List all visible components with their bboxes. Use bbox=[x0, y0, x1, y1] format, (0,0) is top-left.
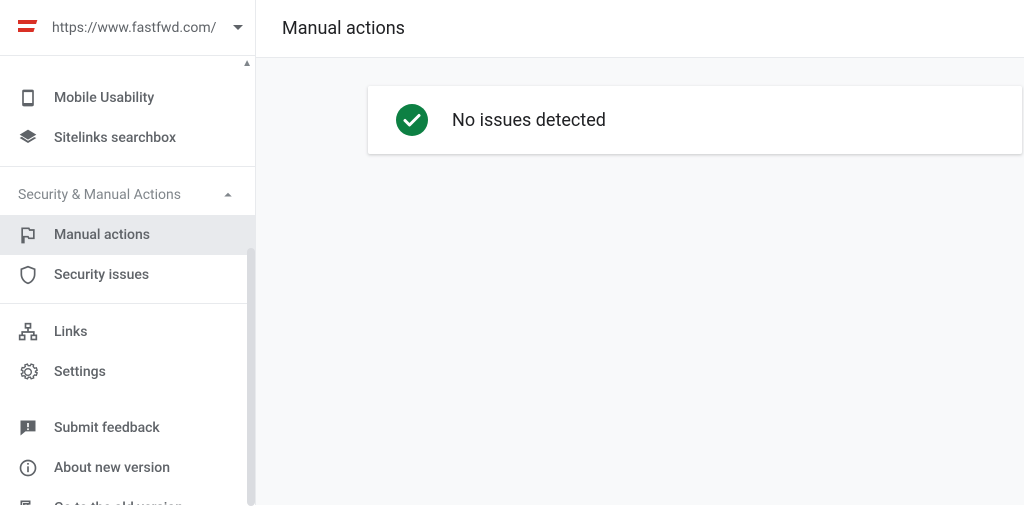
sidebar-item-label: Settings bbox=[54, 364, 237, 380]
page-title: Manual actions bbox=[282, 18, 405, 39]
sidebar-item-label: Security issues bbox=[54, 267, 237, 283]
check-circle-icon bbox=[396, 104, 428, 136]
sidebar-item-settings[interactable]: Settings bbox=[0, 352, 255, 392]
sidebar-item-mobile-usability[interactable]: Mobile Usability bbox=[0, 78, 255, 118]
sidebar: https://www.fastfwd.com/ ▲ Mobile Usabil… bbox=[0, 0, 256, 505]
sitemap-icon bbox=[18, 322, 38, 342]
sidebar-item-manual-actions[interactable]: Manual actions bbox=[0, 215, 255, 255]
sidebar-item-label: Submit feedback bbox=[54, 420, 237, 436]
feedback-icon bbox=[18, 418, 38, 438]
sidebar-nav: Mobile Usability Sitelinks searchbox Sec… bbox=[0, 56, 255, 505]
flag-icon bbox=[18, 225, 38, 245]
sidebar-item-label: Sitelinks searchbox bbox=[54, 130, 237, 146]
sidebar-item-label: Manual actions bbox=[54, 227, 237, 243]
mobile-icon bbox=[18, 88, 38, 108]
divider bbox=[0, 166, 255, 167]
sidebar-item-security-issues[interactable]: Security issues bbox=[0, 255, 255, 295]
section-label: Security & Manual Actions bbox=[18, 187, 219, 203]
sidebar-item-label: Links bbox=[54, 324, 237, 340]
sidebar-item-label: Go to the old version bbox=[54, 500, 237, 505]
sidebar-item-about-new-version[interactable]: About new version bbox=[0, 448, 255, 488]
info-icon bbox=[18, 458, 38, 478]
sidebar-section-security-manual[interactable]: Security & Manual Actions bbox=[0, 175, 255, 215]
site-favicon bbox=[18, 18, 38, 38]
divider bbox=[0, 303, 255, 304]
main: Manual actions No issues detected bbox=[256, 0, 1024, 505]
sidebar-item-label: About new version bbox=[54, 460, 237, 476]
chevron-down-icon bbox=[233, 23, 243, 33]
sidebar-item-sitelinks-searchbox[interactable]: Sitelinks searchbox bbox=[0, 118, 255, 158]
shield-icon bbox=[18, 265, 38, 285]
chevron-up-icon bbox=[219, 186, 237, 204]
status-card: No issues detected bbox=[368, 86, 1022, 154]
scrollbar[interactable] bbox=[247, 248, 255, 506]
sidebar-item-go-to-old-version[interactable]: Go to the old version bbox=[0, 488, 255, 505]
gear-icon bbox=[18, 362, 38, 382]
content-area: No issues detected bbox=[256, 58, 1024, 505]
exit-icon bbox=[18, 498, 38, 505]
sidebar-item-label: Mobile Usability bbox=[54, 90, 237, 106]
site-url: https://www.fastfwd.com/ bbox=[52, 20, 225, 36]
main-header: Manual actions bbox=[256, 0, 1024, 58]
sidebar-item-submit-feedback[interactable]: Submit feedback bbox=[0, 408, 255, 448]
property-selector[interactable]: https://www.fastfwd.com/ bbox=[0, 0, 255, 56]
sidebar-item-links[interactable]: Links bbox=[0, 312, 255, 352]
layers-icon bbox=[18, 128, 38, 148]
status-message: No issues detected bbox=[452, 110, 606, 131]
